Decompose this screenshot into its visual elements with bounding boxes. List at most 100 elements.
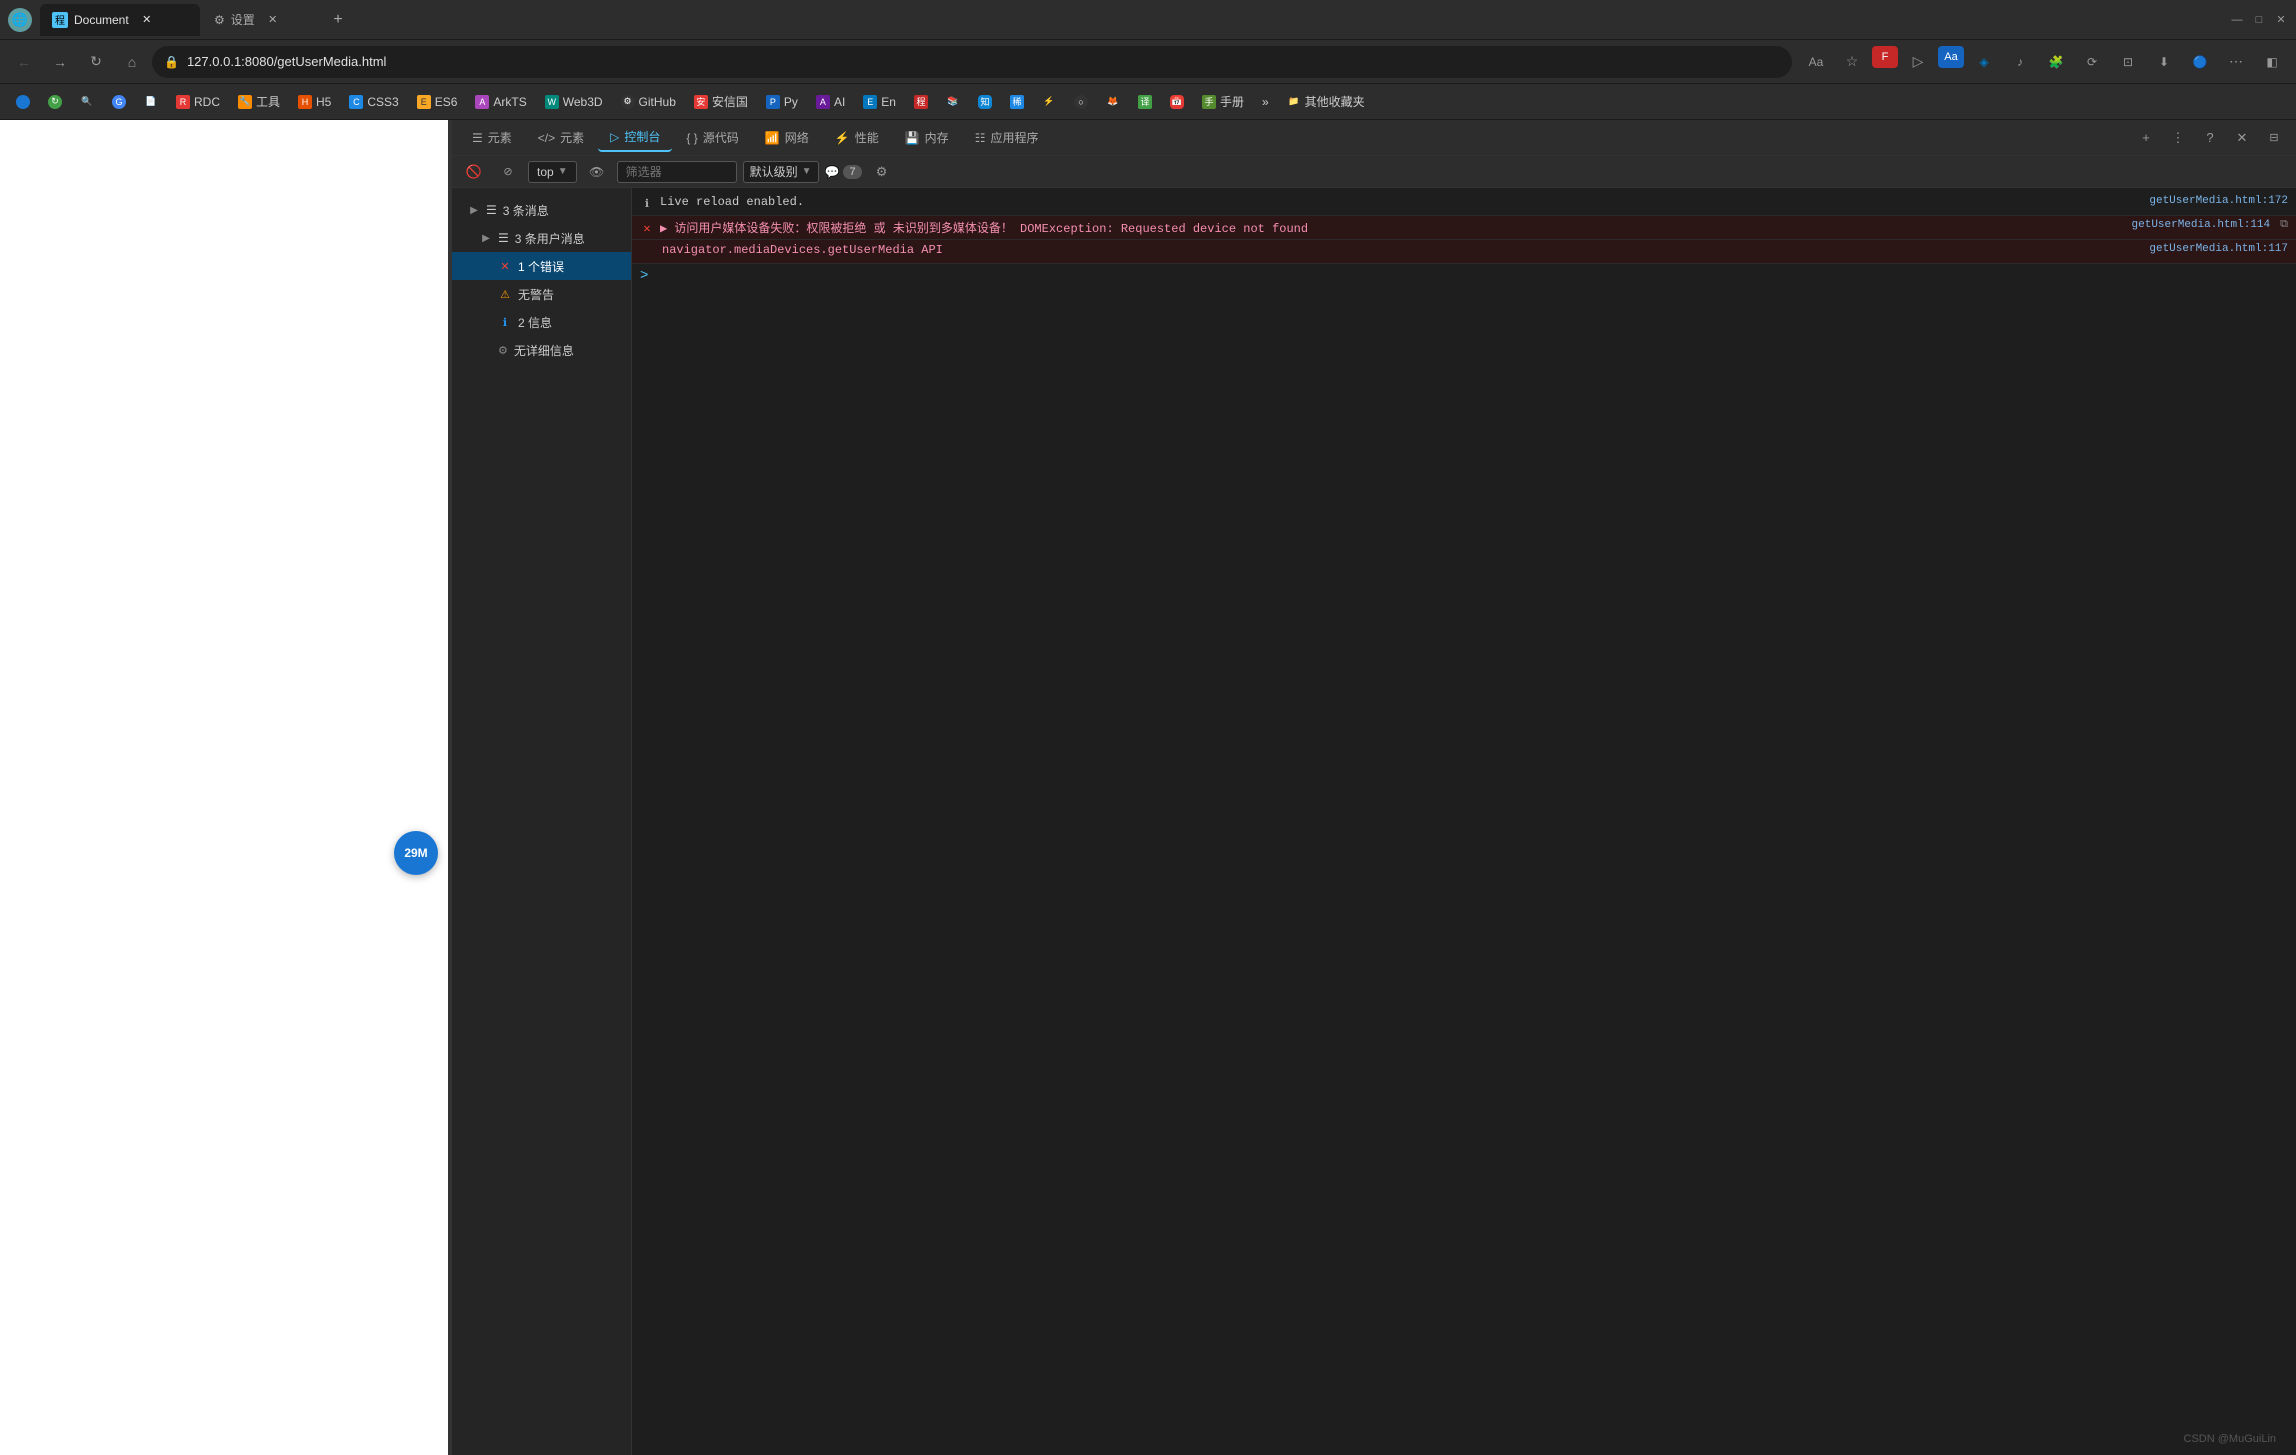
console-message-1-link[interactable]: getUserMedia.html:172 — [2149, 195, 2288, 207]
customize-devtools-button[interactable]: + — [2132, 124, 2160, 152]
close-window-button[interactable]: ✕ — [2274, 13, 2288, 27]
bookmark-avatar[interactable]: 👤 — [8, 89, 38, 115]
message-count-icon: 💬 — [825, 165, 840, 179]
bookmark-rdc[interactable]: R RDC — [168, 89, 228, 115]
bookmark-calendar[interactable]: 📅 — [1162, 89, 1192, 115]
bookmark-chrome[interactable]: G — [104, 89, 134, 115]
devtools-close-button[interactable]: ✕ — [2228, 124, 2256, 152]
sidebar-all-messages[interactable]: ▶ ☰ 3 条消息 — [452, 196, 631, 224]
memory-icon: 💾 — [905, 131, 920, 145]
bookmark-es6[interactable]: E ES6 — [409, 89, 466, 115]
bookmark-en[interactable]: E En — [855, 89, 904, 115]
context-dropdown-icon: ▼ — [558, 166, 568, 177]
bookmark-github[interactable]: ⚙ GitHub — [613, 89, 684, 115]
bookmark-zhihu[interactable]: 知 — [970, 89, 1000, 115]
bookmark-circle[interactable]: ○ — [1066, 89, 1096, 115]
download-icon[interactable]: ⬇ — [2148, 46, 2180, 78]
devtools-tab-console[interactable]: ▷ 控制台 — [598, 124, 672, 152]
bookmark-button[interactable]: ☆ — [1836, 46, 1868, 78]
verbose-icon: ⚙ — [498, 344, 508, 357]
devtools-tab-elements[interactable]: ☰ 元素 — [460, 124, 524, 152]
devtools-help-button[interactable]: ? — [2196, 124, 2224, 152]
console-level-dropdown[interactable]: 默认级别 ▼ — [743, 161, 819, 183]
sidebar-toggle[interactable]: ◧ — [2256, 46, 2288, 78]
back-button[interactable]: ← — [8, 46, 40, 78]
home-button[interactable]: ⌂ — [116, 46, 148, 78]
devtools-tab-application[interactable]: ☷ 应用程序 — [963, 124, 1051, 152]
bookmark-knowledge[interactable]: 📚 — [938, 89, 968, 115]
expand-icon: ▶ — [468, 204, 480, 216]
bookmark-flash[interactable]: ⚡ — [1034, 89, 1064, 115]
console-eye-button[interactable]: 👁 — [583, 158, 611, 186]
bookmark-arkts[interactable]: A ArkTS — [467, 89, 534, 115]
tab-document[interactable]: 程 Document ✕ — [40, 4, 200, 36]
edge-icon[interactable]: ◈ — [1968, 46, 2000, 78]
tab-settings[interactable]: ⚙ 设置 ✕ — [202, 4, 322, 36]
sidebar-user-messages[interactable]: ▶ ☰ 3 条用户消息 — [452, 224, 631, 252]
bookmark-css3[interactable]: C CSS3 — [341, 89, 406, 115]
devtools-more-button[interactable]: ⋮ — [2164, 124, 2192, 152]
bookmark-cheng[interactable]: 程 — [906, 89, 936, 115]
devtools-toolbar-end: + ⋮ ? ✕ ⊟ — [2132, 124, 2288, 152]
minimize-button[interactable]: — — [2230, 13, 2244, 27]
devtools-tab-sources[interactable]: { } 源代码 — [674, 124, 750, 152]
sidebar-verbose[interactable]: ⚙ 无详细信息 — [452, 336, 631, 364]
bookmark-juejin[interactable]: 稀 — [1002, 89, 1032, 115]
sidebar-errors[interactable]: ✕ 1 个错误 — [452, 252, 631, 280]
console-settings-button[interactable]: ⚙ — [868, 158, 896, 186]
console-message-2-link[interactable]: getUserMedia.html:114 — [2132, 219, 2271, 231]
main-area: 29M ☰ 元素 </> 元素 ▷ 控制台 { } 源代码 📶 — [0, 120, 2296, 1455]
bookmark-fox[interactable]: 🦊 — [1098, 89, 1128, 115]
bookmark-anxinguo[interactable]: 安 安信国 — [686, 89, 756, 115]
devtools-tab-performance[interactable]: ⚡ 性能 — [823, 124, 891, 152]
sidebar-user-icon: ☰ — [498, 231, 509, 245]
console-filter-input[interactable] — [617, 161, 737, 183]
devtools-tab-memory[interactable]: 💾 内存 — [893, 124, 961, 152]
new-tab-button[interactable]: + — [324, 6, 352, 34]
expand-user-icon: ▶ — [480, 232, 492, 244]
address-bar[interactable]: 🔒 127.0.0.1:8080/getUserMedia.html — [152, 46, 1792, 78]
bookmark-web3d[interactable]: W Web3D — [537, 89, 611, 115]
bookmark-doc[interactable]: 📄 — [136, 89, 166, 115]
console-area: ▶ ☰ 3 条消息 ▶ ☰ 3 条用户消息 ✕ 1 个错误 ⚠ 无警 — [452, 188, 2296, 1455]
console-message-1: ℹ Live reload enabled. getUserMedia.html… — [632, 192, 2296, 216]
refresh-icon2[interactable]: ⟳ — [2076, 46, 2108, 78]
devtools-tab-elements2[interactable]: </> 元素 — [526, 124, 596, 152]
bookmark-translate[interactable]: 译 — [1130, 89, 1160, 115]
maximize-button[interactable]: □ — [2252, 13, 2266, 27]
console-filter-icon[interactable]: ⊘ — [494, 158, 522, 186]
bookmark-manual[interactable]: 手 手册 — [1194, 89, 1252, 115]
profile-icon[interactable]: 🔵 — [2184, 46, 2216, 78]
more-menu-button[interactable]: ⋯ — [2220, 46, 2252, 78]
console-message-3: navigator.mediaDevices.getUserMedia API … — [632, 240, 2296, 264]
bookmark-ai[interactable]: A AI — [808, 89, 853, 115]
sidebar-info[interactable]: ℹ 2 信息 — [452, 308, 631, 336]
message-count-area: 💬 7 — [825, 165, 862, 179]
bookmark-tools[interactable]: 🔧 工具 — [230, 89, 288, 115]
bookmark-h5[interactable]: H H5 — [290, 89, 339, 115]
devtools-dock-button[interactable]: ⊟ — [2260, 124, 2288, 152]
nav-action-icons: Aa ☆ F ▷ Aa ◈ ♪ 🧩 ⟳ ⊡ ⬇ 🔵 ⋯ ◧ — [1800, 46, 2288, 78]
tab-settings-close[interactable]: ✕ — [265, 12, 281, 28]
console-message-3-link[interactable]: getUserMedia.html:117 — [2149, 243, 2288, 255]
reload-button[interactable]: ↻ — [80, 46, 112, 78]
puzzle-icon[interactable]: 🧩 — [2040, 46, 2072, 78]
devtools-open-icon[interactable]: ⊡ — [2112, 46, 2144, 78]
play-button[interactable]: ▷ — [1902, 46, 1934, 78]
forward-button[interactable]: → — [44, 46, 76, 78]
bookmark-py[interactable]: P Py — [758, 89, 806, 115]
sidebar-warnings[interactable]: ⚠ 无警告 — [452, 280, 631, 308]
bookmark-search[interactable]: 🔍 — [72, 89, 102, 115]
bookmark-more-arrow[interactable]: » — [1254, 89, 1277, 115]
devtools-tab-network[interactable]: 📶 网络 — [753, 124, 821, 152]
translate-button[interactable]: Aa — [1800, 46, 1832, 78]
tab-document-close[interactable]: ✕ — [139, 12, 155, 28]
bookmark-refresh[interactable]: ↻ — [40, 89, 70, 115]
bookmark-other[interactable]: 📁 其他收藏夹 — [1279, 89, 1373, 115]
collections-button[interactable]: Aa — [1938, 46, 1964, 68]
copy-icon[interactable]: ⧉ — [2280, 219, 2288, 231]
tab-settings-icon: ⚙ — [214, 13, 225, 27]
favorites-button[interactable]: F — [1872, 46, 1898, 68]
console-clear-button[interactable]: 🚫 — [460, 158, 488, 186]
music-icon[interactable]: ♪ — [2004, 46, 2036, 78]
